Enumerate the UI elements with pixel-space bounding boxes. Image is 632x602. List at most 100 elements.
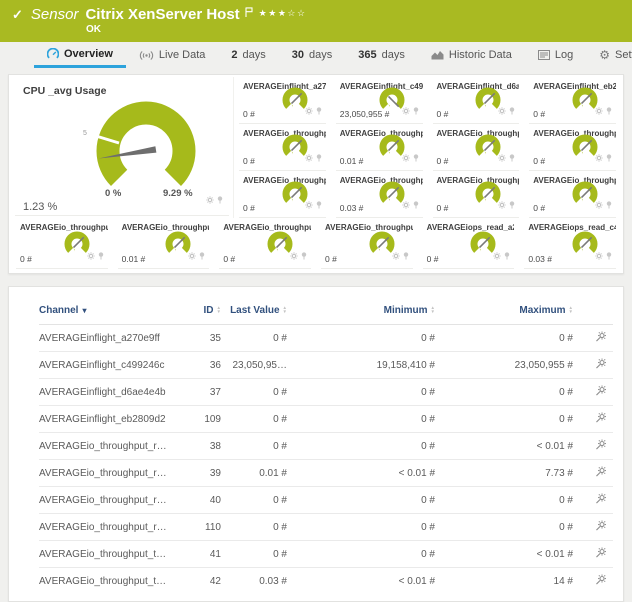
- pin-icon[interactable]: [217, 191, 223, 209]
- pin-icon[interactable]: [413, 102, 419, 120]
- mini-gauge-value: 0 #: [243, 203, 255, 213]
- tab-settings[interactable]: ⚙Settings: [586, 42, 632, 68]
- gear-icon[interactable]: [305, 196, 313, 214]
- pin-icon[interactable]: [413, 196, 419, 214]
- mini-gauge-card: AVERAGEio_throughput_write… 0 #: [321, 218, 413, 269]
- flag-icon[interactable]: [245, 7, 253, 17]
- tab-historic-data[interactable]: Historic Data: [418, 42, 525, 68]
- channel-settings-gear-icon[interactable]: [595, 389, 607, 400]
- pin-icon[interactable]: [509, 196, 515, 214]
- pin-icon[interactable]: [606, 149, 612, 167]
- gear-icon[interactable]: [595, 102, 603, 120]
- sort-toggle-icon: ▲▼: [283, 306, 287, 314]
- gear-icon[interactable]: [87, 247, 95, 265]
- mini-gauge-value: 0 #: [427, 254, 439, 264]
- tab-live-data[interactable]: Live Data: [126, 42, 218, 68]
- channel-name-cell: AVERAGEinflight_eb2809d2: [39, 406, 179, 433]
- tab-log[interactable]: Log: [525, 42, 586, 68]
- channel-row[interactable]: AVERAGEio_throughput_r… 40 0 # 0 # 0 #: [39, 487, 613, 514]
- column-header-minimum[interactable]: Minimum▲▼: [287, 301, 435, 325]
- channel-row[interactable]: AVERAGEio_throughput_r… 38 0 # 0 # < 0.0…: [39, 433, 613, 460]
- pin-icon[interactable]: [504, 247, 510, 265]
- tab-2-days[interactable]: 2days: [218, 42, 278, 68]
- column-header-maximum[interactable]: Maximum▲▼: [435, 301, 573, 325]
- prtg-sensor-page: ✓ Sensor Citrix XenServer Host ★★★☆☆ OK …: [0, 0, 632, 602]
- column-header-last-value[interactable]: Last Value▲▼: [221, 301, 287, 325]
- pin-icon[interactable]: [316, 149, 322, 167]
- channel-settings-gear-icon[interactable]: [595, 551, 607, 562]
- channel-row[interactable]: AVERAGEio_throughput_r… 39 0.01 # < 0.01…: [39, 460, 613, 487]
- tab-30-days[interactable]: 30days: [279, 42, 346, 68]
- pin-icon[interactable]: [403, 247, 409, 265]
- mini-gauge-card: AVERAGEio_throughput_read… 0 #: [239, 124, 326, 171]
- channel-settings-gear-icon[interactable]: [595, 578, 607, 589]
- pin-icon[interactable]: [509, 149, 515, 167]
- pin-icon[interactable]: [606, 247, 612, 265]
- gear-icon[interactable]: [498, 196, 506, 214]
- gear-icon[interactable]: [206, 191, 214, 209]
- channel-row[interactable]: AVERAGEio_throughput_t… 42 0.03 # < 0.01…: [39, 568, 613, 595]
- gear-icon[interactable]: [392, 247, 400, 265]
- pin-icon[interactable]: [316, 102, 322, 120]
- pin-icon[interactable]: [301, 247, 307, 265]
- channel-row[interactable]: AVERAGEio_throughput_t… 41 0 # 0 # < 0.0…: [39, 541, 613, 568]
- gear-icon[interactable]: [402, 196, 410, 214]
- priority-stars[interactable]: ★★★☆☆: [259, 8, 307, 19]
- star-icon[interactable]: ★: [268, 8, 278, 19]
- gear-icon[interactable]: [188, 247, 196, 265]
- channel-id-cell: 42: [179, 568, 221, 595]
- tab-365-days[interactable]: 365days: [345, 42, 418, 68]
- mini-gauge-value: 0 #: [243, 156, 255, 166]
- pin-icon[interactable]: [606, 102, 612, 120]
- mini-gauge-value: 0 #: [20, 254, 32, 264]
- gear-icon[interactable]: [498, 102, 506, 120]
- gear-icon[interactable]: [305, 149, 313, 167]
- pin-icon[interactable]: [98, 247, 104, 265]
- column-header-id[interactable]: ID▲▼: [179, 301, 221, 325]
- channel-settings-gear-icon[interactable]: [595, 362, 607, 373]
- pin-icon[interactable]: [413, 149, 419, 167]
- star-icon[interactable]: ☆: [287, 8, 297, 19]
- mini-gauge-value: 0 #: [533, 203, 545, 213]
- gear-icon[interactable]: [402, 102, 410, 120]
- pin-icon[interactable]: [199, 247, 205, 265]
- star-icon[interactable]: ★: [259, 8, 269, 19]
- broadcast-icon: [139, 50, 154, 61]
- channel-row[interactable]: AVERAGEinflight_eb2809d2 109 0 # 0 # 0 #: [39, 406, 613, 433]
- channel-settings-gear-icon[interactable]: [595, 470, 607, 481]
- channel-name-cell: AVERAGEio_throughput_r…: [39, 514, 179, 541]
- cpu-gauge-current-value: 1.23 %: [23, 201, 57, 213]
- column-header-channel[interactable]: Channel▾: [39, 301, 179, 325]
- pin-icon[interactable]: [509, 102, 515, 120]
- gear-icon[interactable]: [493, 247, 501, 265]
- gear-icon[interactable]: [595, 247, 603, 265]
- mini-gauge-card: AVERAGEio_throughput_total… 0 #: [433, 171, 520, 218]
- pin-icon[interactable]: [316, 196, 322, 214]
- gear-icon[interactable]: [595, 149, 603, 167]
- channel-row[interactable]: AVERAGEinflight_d6ae4e4b 37 0 # 0 # 0 #: [39, 379, 613, 406]
- mini-gauge-value: 0 #: [437, 109, 449, 119]
- gear-icon[interactable]: [305, 102, 313, 120]
- channel-settings-gear-icon[interactable]: [595, 497, 607, 508]
- channel-settings-gear-icon[interactable]: [595, 524, 607, 535]
- channel-settings-gear-icon[interactable]: [595, 416, 607, 427]
- channel-row[interactable]: AVERAGEinflight_c499246c 36 23,050,95… 1…: [39, 352, 613, 379]
- channel-settings-gear-icon[interactable]: [595, 335, 607, 346]
- tab-bar: OverviewLive Data2days30days365daysHisto…: [34, 42, 632, 68]
- channels-table-panel: Channel▾ID▲▼Last Value▲▼Minimum▲▼Maximum…: [8, 286, 624, 602]
- gear-icon[interactable]: [498, 149, 506, 167]
- star-icon[interactable]: ☆: [297, 8, 307, 19]
- tab-overview[interactable]: Overview: [34, 42, 126, 68]
- gear-icon[interactable]: [290, 247, 298, 265]
- channel-row[interactable]: AVERAGEio_throughput_r… 110 0 # 0 # 0 #: [39, 514, 613, 541]
- channel-row[interactable]: AVERAGEinflight_a270e9ff 35 0 # 0 # 0 #: [39, 325, 613, 352]
- gear-icon[interactable]: [595, 196, 603, 214]
- channel-settings-gear-icon[interactable]: [595, 443, 607, 454]
- gear-icon[interactable]: [402, 149, 410, 167]
- mini-gauge-card: AVERAGEiops_read_c499246c 0.03 #: [524, 218, 616, 269]
- mini-gauge-card: AVERAGEio_throughput_write… 0 #: [219, 218, 311, 269]
- mini-gauge-value: 0.03 #: [528, 254, 552, 264]
- pin-icon[interactable]: [606, 196, 612, 214]
- channel-maximum-cell: 0 #: [435, 514, 573, 541]
- star-icon[interactable]: ★: [278, 8, 288, 19]
